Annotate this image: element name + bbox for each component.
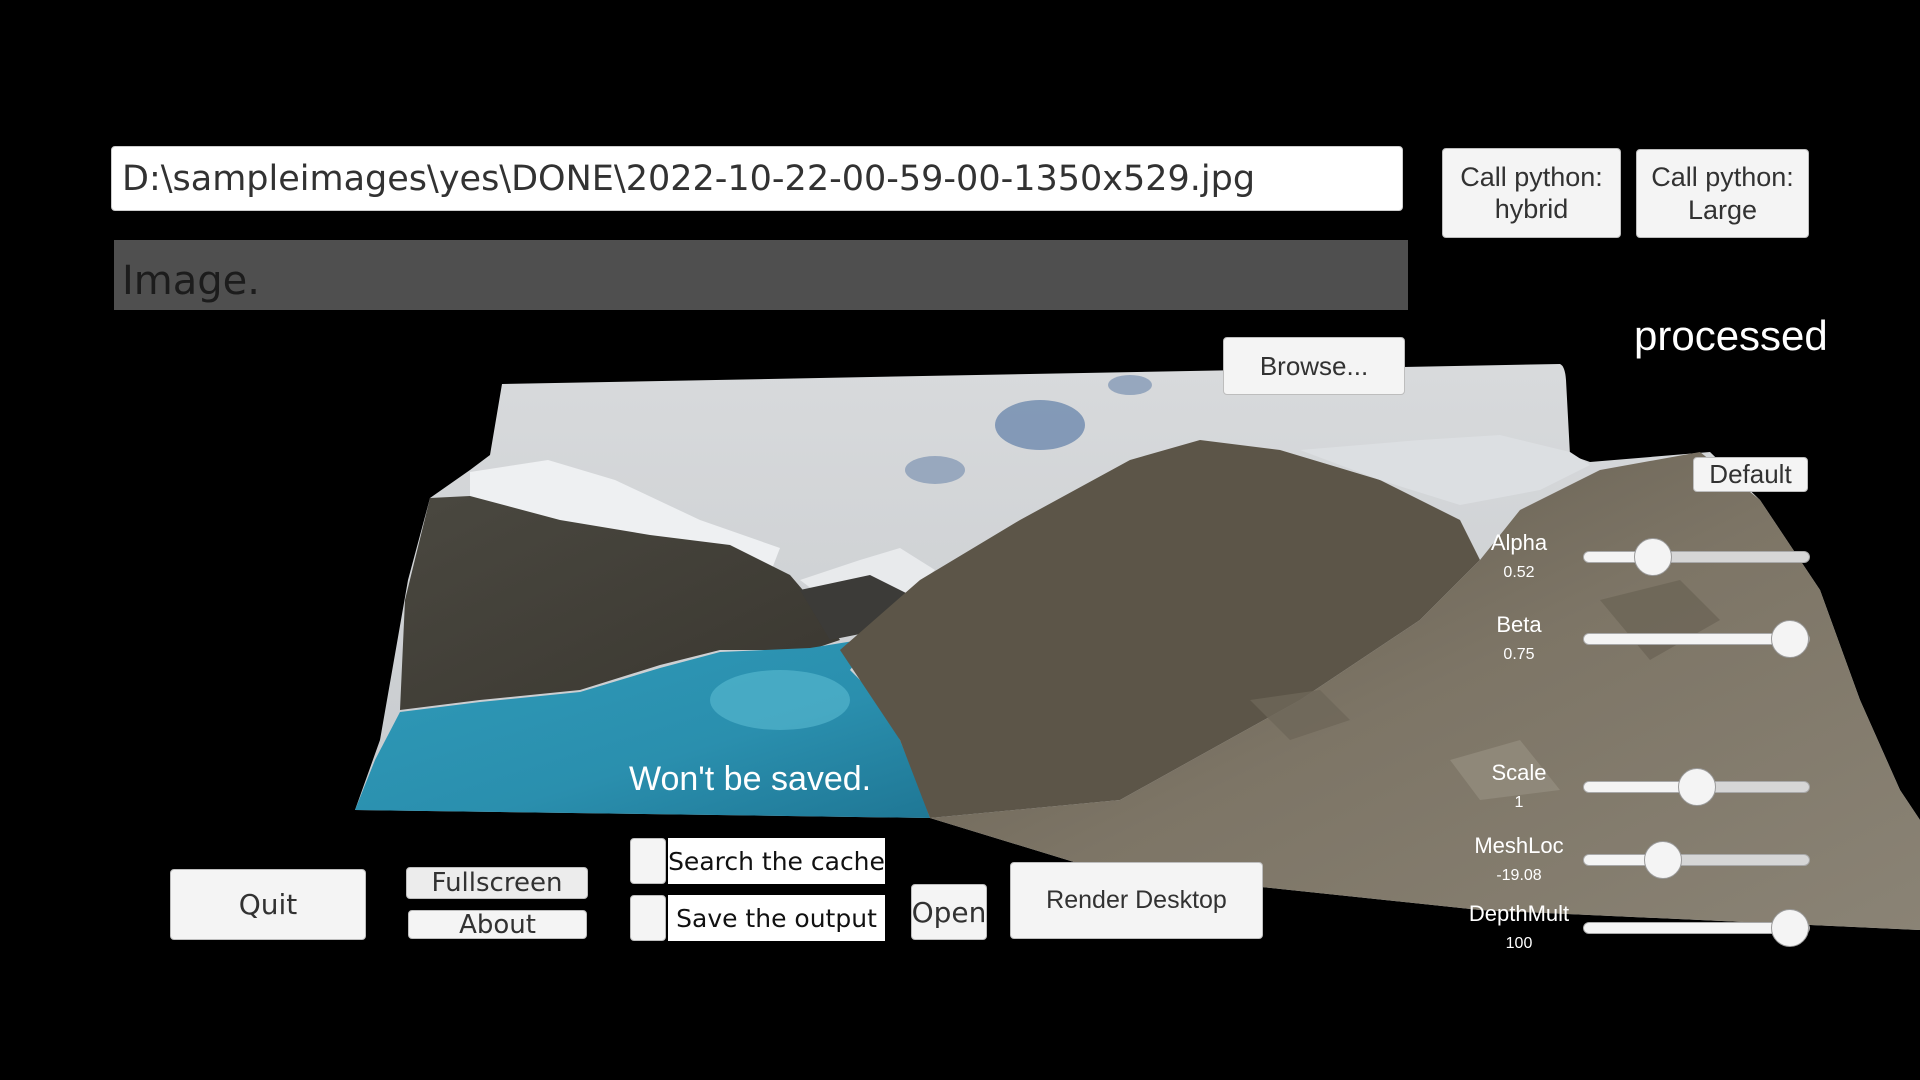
default-button[interactable]: Default [1693,457,1808,492]
slider-meshloc-label: MeshLoc -19.08 [1464,833,1574,885]
status-text-field: Image. [114,240,1408,310]
slider-value: 0.75 [1503,646,1535,663]
sky-patch [995,400,1085,450]
open-button[interactable]: Open [911,884,987,940]
save-output-checkbox[interactable] [630,895,666,941]
fullscreen-button[interactable]: Fullscreen [406,867,588,899]
slider-knob[interactable] [1643,841,1682,879]
slider-name: Alpha [1490,530,1548,555]
slider-name: Scale [1491,760,1547,785]
search-cache-checkbox[interactable] [630,838,666,884]
meshloc-slider-track[interactable] [1583,841,1810,879]
call-large-line1: Call python: [1651,162,1794,193]
processed-label: processed [1634,312,1828,359]
slider-beta-label: Beta 0.75 [1464,612,1574,664]
call-hybrid-line2: hybrid [1494,194,1569,224]
slider-scale-label: Scale 1 [1464,760,1574,812]
slider-name: DepthMult [1468,901,1570,926]
search-cache-label[interactable]: Search the cache [668,838,885,884]
browse-button[interactable]: Browse... [1223,337,1405,395]
save-output-label[interactable]: Save the output [668,895,885,941]
slider-name: MeshLoc [1474,833,1564,858]
save-status-overlay: Won't be saved. [629,760,872,798]
image-path-input[interactable]: D:\sampleimages\yes\DONE\2022-10-22-00-5… [111,146,1403,211]
sky-patch [905,456,965,484]
slider-value: 100 [1505,935,1533,952]
slider-value: -19.08 [1496,867,1542,884]
slider-alpha-label: Alpha 0.52 [1464,530,1574,582]
alpha-slider-track[interactable] [1583,538,1810,576]
slider-knob[interactable] [1771,620,1809,658]
slider-fill [1584,634,1790,644]
slider-value: 0.52 [1503,564,1535,581]
sky-patch [1108,375,1152,395]
slider-fill [1584,923,1790,933]
call-large-line2: Large [1687,194,1758,225]
render-desktop-button[interactable]: Render Desktop [1010,862,1263,939]
scale-slider-track[interactable] [1583,768,1810,806]
slider-knob[interactable] [1677,768,1716,806]
quit-button[interactable]: Quit [170,869,366,940]
about-button[interactable]: About [408,910,587,940]
depthmult-slider-track[interactable] [1583,909,1810,947]
beta-slider-track[interactable] [1583,620,1810,658]
lake-highlight [710,670,850,730]
slider-depthmult-label: DepthMult 100 [1464,901,1574,953]
slider-name: Beta [1496,612,1542,637]
slider-knob[interactable] [1771,909,1809,947]
call-python-large-button[interactable]: Call python: Large [1636,149,1809,238]
call-hybrid-line1: Call python: [1460,161,1603,192]
call-python-hybrid-button[interactable]: Call python: hybrid [1442,148,1621,238]
slider-value: 1 [1514,794,1524,811]
